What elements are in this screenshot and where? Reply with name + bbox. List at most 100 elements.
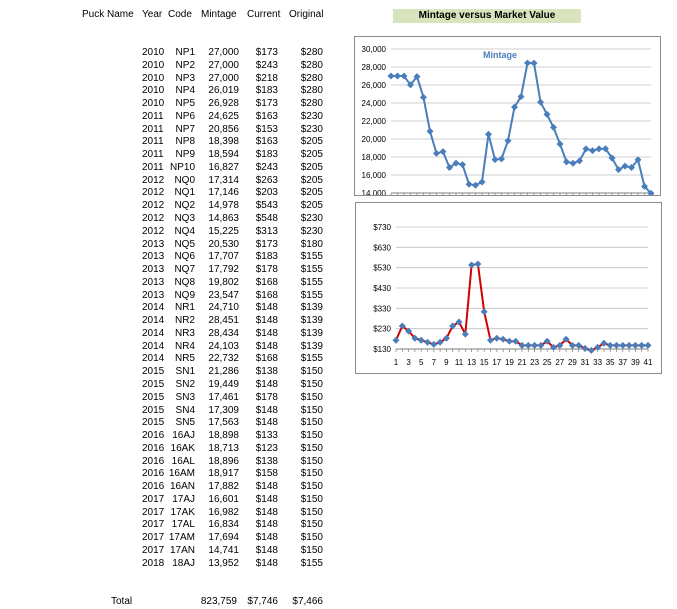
value-chart[interactable]: $730 $630 $530 $430 $330 $230 $130 1 3 5 7 9 11 13 15 1…	[355, 202, 662, 374]
cell-code: NP7	[175, 123, 195, 135]
cell-original: $150	[300, 493, 323, 505]
cell-code: NQ7	[174, 264, 195, 276]
header-puck-name[interactable]: Puck Name	[82, 9, 134, 20]
cell-code: 16AL	[171, 455, 195, 467]
table-row[interactable]: Saratoga2015SN517,563$148$150	[0, 416, 340, 429]
table-row[interactable]: Frederick Douglass201717AK16,982$148$150	[0, 506, 340, 519]
table-row[interactable]: Chickasaw2011NP1016,827$243$205	[0, 161, 340, 174]
chart-title-cell[interactable]: Mintage versus Market Value	[393, 9, 581, 23]
cell-original: $205	[300, 161, 323, 173]
table-row[interactable]: Fort Moultrie201616AN17,882$148$150	[0, 480, 340, 493]
y-tick-label: $530	[373, 264, 391, 273]
cell-code: NQ6	[174, 251, 195, 263]
table-row[interactable]: Ellis Island201717AM17,694$148$150	[0, 531, 340, 544]
table-row[interactable]: Blue Ridge Parkway2015SN317,461$178$150	[0, 391, 340, 404]
table-row[interactable]: George Rogers Clark201717AN14,741$148$15…	[0, 544, 340, 557]
current-value-series-point	[392, 336, 400, 344]
table-row[interactable]: Arches2014NR328,434$148$139	[0, 327, 340, 340]
cell-original: $205	[300, 187, 323, 199]
cell-year: 2016	[142, 481, 165, 493]
cell-mintage: 28,451	[208, 315, 239, 327]
current-value-series-point	[606, 341, 614, 349]
table-row[interactable]: Acadia2012NQ214,978$543$205	[0, 199, 340, 212]
cell-year: 2016	[142, 430, 165, 442]
cell-current: $148	[255, 519, 278, 531]
cell-original: $150	[300, 519, 323, 531]
cell-mintage: 16,827	[208, 161, 239, 173]
table-row[interactable]: Grand Canyon2010NP426,019$183$280	[0, 84, 340, 97]
cell-year: 2010	[142, 59, 165, 71]
cell-mintage: 14,863	[208, 213, 239, 224]
table-row[interactable]: Everglades2014NR522,732$168$155	[0, 352, 340, 365]
current-value-series-point	[587, 346, 595, 354]
cell-code: SN4	[175, 404, 195, 416]
legend-mintage: Mintage	[483, 50, 517, 60]
table-row[interactable]: Fort McHenry2013NQ819,802$168$155	[0, 276, 340, 289]
table-row[interactable]: Gettysburg2011NP624,625$163$230	[0, 110, 340, 123]
cell-code: SN2	[175, 379, 195, 391]
table-row[interactable]: Teddy Roosevelt201616AM18,917$158$150	[0, 467, 340, 480]
table-row[interactable]: Shenandoah National Park2014NR228,451$14…	[0, 314, 340, 327]
x-tick-label: 11	[455, 358, 464, 367]
table-row[interactable]: Chaco Culture2012NQ117,146$203$205	[0, 186, 340, 199]
table-row[interactable]: Hawaii Volcanos2012NQ314,863$548$230	[0, 212, 340, 225]
cell-code: NP2	[175, 59, 195, 71]
cell-current: $148	[255, 404, 278, 416]
cell-current: $148	[255, 379, 278, 391]
header-code[interactable]: Code	[168, 9, 192, 20]
cell-code: 16AM	[168, 468, 195, 480]
table-row[interactable]: Ozark Riverway201717AL16,834$148$150	[0, 518, 340, 531]
cell-mintage: 18,896	[208, 455, 239, 467]
header-current[interactable]: Current	[247, 9, 280, 20]
cell-year: 2011	[142, 161, 164, 173]
x-tick-label: 39	[631, 358, 640, 367]
x-tick-label: 19	[505, 358, 514, 367]
table-row[interactable]: Yosemite2010NP327,000$218$280	[0, 72, 340, 85]
table-row[interactable]: Mount Rushmore2013NQ923,547$168$155	[0, 289, 340, 302]
total-row[interactable]: Total 823,759 $7,746 $7,466	[0, 595, 340, 608]
table-row[interactable]: Mount Hood2010NP526,928$173$280	[0, 97, 340, 110]
table-row[interactable]: Great Smokey Mountains2014NR124,710$148$…	[0, 301, 340, 314]
table-row[interactable]: Harper's Ferry201616AL18,896$138$150	[0, 455, 340, 468]
table-row[interactable]: Effigy Mounds201717AJ16,601$148$150	[0, 493, 340, 506]
table-row[interactable]: Yellowstone2010NP227,000$243$280	[0, 59, 340, 72]
cell-year: 2013	[142, 238, 165, 250]
cell-original: $205	[300, 136, 323, 148]
table-row[interactable]: Vicksburg2011NP918,594$183$205	[0, 148, 340, 161]
cell-current: $263	[255, 174, 278, 186]
cell-mintage: 21,286	[208, 366, 239, 378]
cell-mintage: 28,434	[208, 327, 239, 339]
table-row[interactable]: Shawnee201616AJ18,898$133$150	[0, 429, 340, 442]
table-row[interactable]: Pictured Rocks201818AJ13,952$148$155	[0, 557, 340, 570]
table-row[interactable]: Denali2012NQ415,225$313$230	[0, 225, 340, 238]
current-value-series-point	[417, 336, 425, 344]
cell-code: NR2	[174, 315, 195, 327]
header-mintage[interactable]: Mintage	[201, 9, 237, 20]
table-row[interactable]: Homestead2015SN121,286$138$150	[0, 365, 340, 378]
current-value-series-point	[575, 341, 583, 349]
mintage-chart[interactable]: 30,000 28,000 26,000 24,000 22,000 20,000 18,0…	[354, 36, 661, 198]
cell-current: $138	[255, 455, 278, 467]
table-row[interactable]: Olympic2011NP818,398$163$205	[0, 135, 340, 148]
table-row[interactable]: Kisatchie2015SN219,449$148$150	[0, 378, 340, 391]
cell-current: $158	[255, 468, 278, 480]
table-row[interactable]: El Yunque2012NQ017,314$263$205	[0, 174, 340, 187]
cell-code: 17AK	[170, 506, 195, 518]
table-row[interactable]: Great Sand Dunes2014NR424,103$148$139	[0, 340, 340, 353]
header-original[interactable]: Original	[289, 9, 323, 20]
mintage-series-point	[485, 130, 492, 138]
mintage-series-point	[530, 59, 538, 67]
header-year[interactable]: Year	[142, 9, 162, 20]
table-row[interactable]: White Mountains2013NQ520,530$173$180	[0, 238, 340, 251]
cell-year: 2013	[142, 264, 165, 276]
x-tick-label: 25	[543, 358, 552, 367]
table-row[interactable]: Great Basin2013NQ717,792$178$155	[0, 263, 340, 276]
table-row[interactable]: Bombay Hook2015SN417,309$148$150	[0, 404, 340, 417]
mintage-series-point	[459, 161, 466, 169]
table-row[interactable]: Glacier2011NP720,856$153$230	[0, 123, 340, 136]
table-row[interactable]: Perry's Victory2013NQ617,707$183$155	[0, 250, 340, 263]
cell-original: $230	[300, 110, 323, 122]
cell-code: NP10	[169, 161, 195, 173]
table-row[interactable]: Cumberland Gap201616AK18,713$123$150	[0, 442, 340, 455]
table-row[interactable]: Hot Springs2010NP127,000$173$280	[0, 46, 340, 59]
